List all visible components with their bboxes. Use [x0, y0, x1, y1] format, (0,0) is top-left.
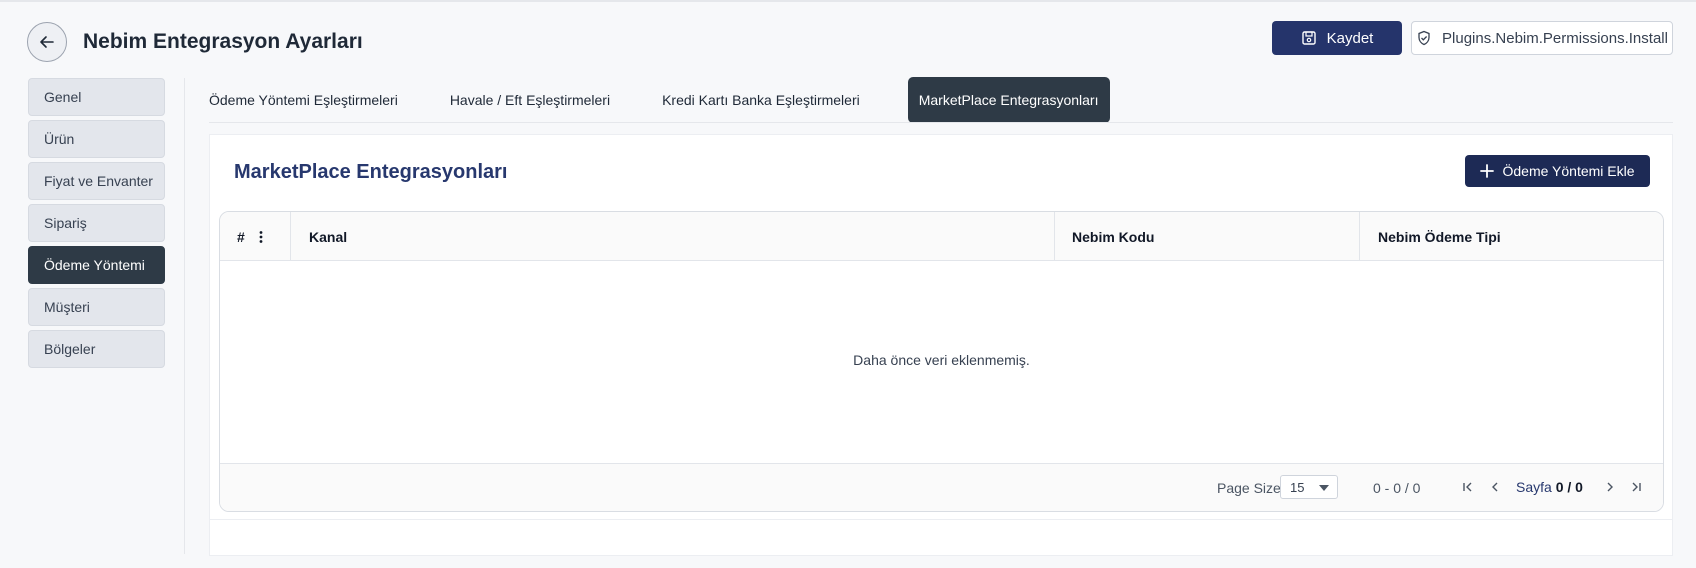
empty-state-message: Daha önce veri eklenmemiş.	[853, 352, 1030, 368]
column-separator[interactable]	[1359, 212, 1360, 261]
grid-header: # Kanal Nebim Kodu Nebim Ödeme Tipi	[220, 212, 1663, 261]
sidebar-item-fiyat-ve-envanter[interactable]: Fiyat ve Envanter	[28, 162, 165, 200]
save-icon	[1301, 31, 1316, 45]
tab-bar: Ödeme Yöntemi Eşleştirmeleri Havale / Ef…	[209, 77, 1162, 123]
card-bottom-strip	[209, 520, 1673, 556]
page-size-label: Page Size:	[1217, 480, 1285, 496]
save-button[interactable]: Kaydet	[1272, 21, 1402, 55]
tab-havale-eft-eslestirmeleri[interactable]: Havale / Eft Eşleştirmeleri	[450, 77, 610, 123]
tab-kredi-karti-banka-eslestirmeleri[interactable]: Kredi Kartı Banka Eşleştirmeleri	[662, 77, 860, 123]
sidebar-item-label: Genel	[44, 89, 82, 105]
arrow-left-icon	[40, 36, 54, 48]
previous-page-icon[interactable]	[1486, 478, 1504, 496]
column-separator[interactable]	[290, 212, 291, 261]
record-range: 0 - 0 / 0	[1373, 480, 1421, 496]
sidebar-item-label: Sipariş	[44, 215, 87, 231]
column-separator[interactable]	[1054, 212, 1055, 261]
page-size-select[interactable]: 15	[1280, 475, 1338, 499]
total-pages: 0	[1575, 479, 1583, 495]
sidebar: Genel Ürün Fiyat ve Envanter Sipariş Öde…	[28, 78, 165, 372]
page-indicator: Sayfa 0 / 0	[1516, 479, 1583, 495]
page-separator: /	[1567, 479, 1572, 495]
tab-marketplace-entegrasyonlari[interactable]: MarketPlace Entegrasyonları	[907, 77, 1110, 123]
plus-icon	[1480, 164, 1495, 178]
sidebar-item-label: Bölgeler	[44, 341, 96, 357]
column-header-index[interactable]: #	[237, 212, 245, 261]
marketplace-card: MarketPlace Entegrasyonları Ödeme Yöntem…	[209, 134, 1673, 520]
current-page: 0	[1555, 479, 1564, 495]
sidebar-item-label: Ürün	[44, 131, 75, 147]
page-title: Nebim Entegrasyon Ayarları	[83, 30, 363, 53]
section-title: MarketPlace Entegrasyonları	[234, 161, 508, 183]
sidebar-item-label: Müşteri	[44, 299, 90, 315]
sidebar-item-genel[interactable]: Genel	[28, 78, 165, 116]
permission-button[interactable]: Plugins.Nebim.Permissions.Install	[1411, 21, 1673, 55]
save-button-label: Kaydet	[1326, 29, 1374, 47]
page-label: Sayfa	[1516, 479, 1552, 495]
sidebar-item-urun[interactable]: Ürün	[28, 120, 165, 158]
back-button[interactable]	[27, 22, 67, 62]
grid-footer: Page Size: 15 0 - 0 / 0 Sayfa 0 / 0	[220, 463, 1663, 511]
sidebar-item-musteri[interactable]: Müşteri	[28, 288, 165, 326]
column-header-nebim-odeme-tipi[interactable]: Nebim Ödeme Tipi	[1378, 212, 1501, 261]
tab-odeme-yontemi-eslestirmeleri[interactable]: Ödeme Yöntemi Eşleştirmeleri	[209, 77, 398, 123]
sidebar-item-label: Fiyat ve Envanter	[44, 173, 153, 189]
first-page-icon[interactable]	[1459, 478, 1477, 496]
sidebar-item-odeme-yontemi[interactable]: Ödeme Yöntemi	[28, 246, 165, 284]
column-header-nebim-kodu[interactable]: Nebim Kodu	[1072, 212, 1154, 261]
page-size-value: 15	[1290, 479, 1305, 495]
add-payment-method-button[interactable]: Ödeme Yöntemi Ekle	[1465, 155, 1650, 187]
next-page-icon[interactable]	[1601, 478, 1619, 496]
column-menu-icon[interactable]	[258, 212, 264, 261]
add-button-label: Ödeme Yöntemi Ekle	[1502, 163, 1635, 179]
sidebar-item-bolgeler[interactable]: Bölgeler	[28, 330, 165, 368]
sidebar-item-siparis[interactable]: Sipariş	[28, 204, 165, 242]
tab-underline	[209, 122, 1673, 123]
chevron-down-icon	[1319, 485, 1329, 491]
top-border	[0, 0, 1696, 2]
column-header-kanal[interactable]: Kanal	[309, 212, 347, 261]
last-page-icon[interactable]	[1627, 478, 1645, 496]
sidebar-divider	[184, 78, 185, 554]
shield-check-icon	[1418, 30, 1430, 46]
sidebar-item-label: Ödeme Yöntemi	[44, 257, 145, 273]
data-grid: # Kanal Nebim Kodu Nebim Ödeme Tipi Daha…	[219, 211, 1664, 512]
permission-button-label: Plugins.Nebim.Permissions.Install	[1442, 29, 1668, 47]
